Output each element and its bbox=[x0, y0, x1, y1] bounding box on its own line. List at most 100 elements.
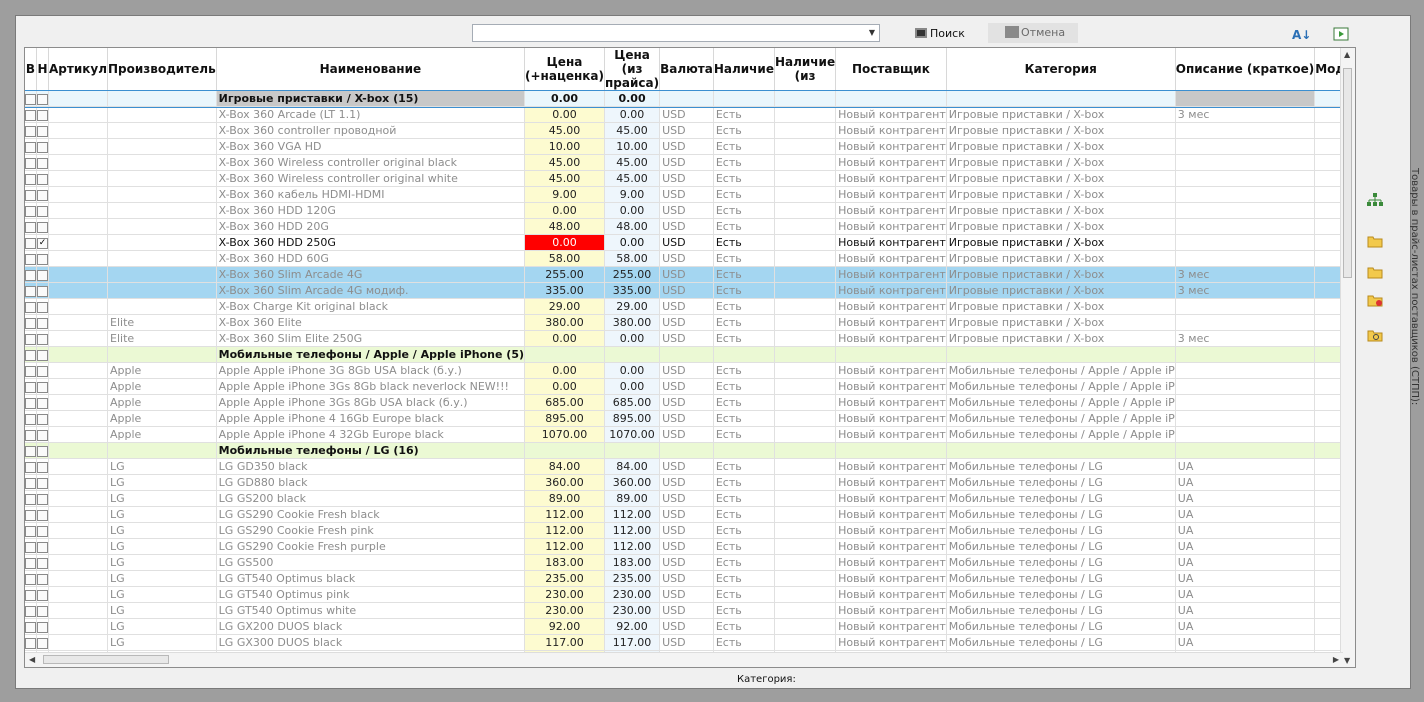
price-markup-cell[interactable]: 45.00 bbox=[524, 154, 605, 171]
row-checkbox[interactable] bbox=[25, 397, 36, 409]
availability-source-cell[interactable] bbox=[774, 586, 837, 603]
row-checkbox[interactable] bbox=[37, 125, 48, 137]
description-cell[interactable]: UA bbox=[1175, 570, 1316, 587]
availability-source-cell[interactable] bbox=[774, 186, 837, 203]
name-cell[interactable]: LG GD880 black bbox=[216, 474, 526, 491]
manufacturer-cell[interactable]: LG bbox=[107, 634, 217, 651]
supplier-cell[interactable]: Новый контрагент bbox=[835, 554, 947, 571]
row-checkbox[interactable] bbox=[25, 109, 36, 121]
availability-source-cell[interactable] bbox=[774, 602, 837, 619]
row-checkbox[interactable] bbox=[25, 637, 36, 649]
price-markup-cell[interactable]: 0.00 bbox=[524, 202, 605, 219]
supplier-cell[interactable]: Новый контрагент bbox=[835, 394, 947, 411]
folder-icon[interactable] bbox=[1367, 234, 1383, 248]
name-cell[interactable]: LG GS290 Cookie Fresh black bbox=[216, 506, 526, 523]
article-cell[interactable] bbox=[48, 138, 108, 155]
row-checkbox[interactable] bbox=[37, 573, 48, 585]
price-markup-cell[interactable]: 1070.00 bbox=[524, 426, 605, 443]
manufacturer-cell[interactable]: Apple bbox=[107, 426, 217, 443]
price-list-cell[interactable]: 84.00 bbox=[604, 458, 661, 475]
table-row[interactable]: X-Box 360 Slim Arcade 4G модиф. 335.00 335… bbox=[25, 282, 1355, 299]
table-row[interactable]: LG LG GX300 DUOS black 117.00 117.00 USD Есть… bbox=[25, 634, 1355, 651]
currency-cell[interactable]: USD bbox=[659, 106, 714, 123]
description-cell[interactable]: UA bbox=[1175, 538, 1316, 555]
group-cell[interactable] bbox=[1175, 346, 1316, 363]
row-checkbox[interactable] bbox=[25, 93, 36, 105]
manufacturer-cell[interactable]: LG bbox=[107, 602, 217, 619]
currency-cell[interactable]: USD bbox=[659, 202, 714, 219]
price-markup-cell[interactable]: 0.00 bbox=[524, 378, 605, 395]
currency-cell[interactable]: USD bbox=[659, 330, 714, 347]
table-row[interactable]: LG LG GS500 183.00 183.00 USD Есть Новый контр… bbox=[25, 554, 1355, 571]
name-cell[interactable]: X-Box 360 controller проводной bbox=[216, 122, 526, 139]
manufacturer-cell[interactable]: Apple bbox=[107, 410, 217, 427]
group-cell[interactable] bbox=[713, 346, 775, 363]
article-cell[interactable] bbox=[48, 154, 108, 171]
availability-cell[interactable]: Есть bbox=[713, 394, 775, 411]
name-cell[interactable]: X-Box 360 кабель HDMI-HDMI bbox=[216, 186, 526, 203]
currency-cell[interactable]: USD bbox=[659, 458, 714, 475]
row-checkbox[interactable] bbox=[37, 525, 48, 537]
availability-cell[interactable]: Есть bbox=[713, 170, 775, 187]
supplier-cell[interactable]: Новый контрагент bbox=[835, 426, 947, 443]
category-cell[interactable]: Мобильные телефоны / LG bbox=[946, 554, 1176, 571]
row-checkbox[interactable] bbox=[37, 285, 48, 297]
category-cell[interactable]: Мобильные телефоны / LG bbox=[946, 522, 1176, 539]
group-cell[interactable] bbox=[774, 90, 837, 107]
category-cell[interactable]: Мобильные телефоны / LG bbox=[946, 538, 1176, 555]
name-cell[interactable]: Apple Apple iPhone 4 32Gb Europe black bbox=[216, 426, 526, 443]
category-cell[interactable]: Мобильные телефоны / LG bbox=[946, 458, 1176, 475]
folder-delete-icon[interactable] bbox=[1367, 293, 1383, 307]
currency-cell[interactable]: USD bbox=[659, 362, 714, 379]
manufacturer-cell[interactable] bbox=[107, 250, 217, 267]
description-cell[interactable] bbox=[1175, 362, 1316, 379]
group-cell[interactable] bbox=[835, 442, 947, 459]
category-cell[interactable]: Мобильные телефоны / LG bbox=[946, 602, 1176, 619]
horizontal-scrollbar[interactable]: ◀ ▶ bbox=[25, 652, 1343, 667]
horizontal-scroll-thumb[interactable] bbox=[43, 655, 169, 664]
price-list-cell[interactable]: 58.00 bbox=[604, 250, 661, 267]
table-row[interactable]: X-Box 360 кабель HDMI-HDMI 9.00 9.00 USD Ест… bbox=[25, 186, 1355, 203]
group-cell[interactable] bbox=[946, 346, 1176, 363]
availability-source-cell[interactable] bbox=[774, 394, 837, 411]
price-markup-cell[interactable]: 112.00 bbox=[524, 522, 605, 539]
table-row[interactable]: X-Box Charge Kit original black 29.00 29.0… bbox=[25, 298, 1355, 315]
row-checkbox[interactable] bbox=[25, 189, 36, 201]
row-checkbox[interactable] bbox=[25, 429, 36, 441]
row-checkbox[interactable] bbox=[37, 317, 48, 329]
group-cell[interactable] bbox=[107, 442, 217, 459]
description-cell[interactable]: UA bbox=[1175, 634, 1316, 651]
row-checkbox[interactable] bbox=[25, 237, 36, 249]
availability-cell[interactable]: Есть bbox=[713, 186, 775, 203]
group-label[interactable]: Мобильные телефоны / LG (16) bbox=[216, 442, 526, 459]
availability-source-cell[interactable] bbox=[774, 266, 837, 283]
availability-source-cell[interactable] bbox=[774, 282, 837, 299]
row-checkbox[interactable] bbox=[37, 221, 48, 233]
row-checkbox[interactable] bbox=[25, 413, 36, 425]
supplier-cell[interactable]: Новый контрагент bbox=[835, 266, 947, 283]
row-checkbox[interactable] bbox=[25, 573, 36, 585]
sort-icon[interactable]: A↓ bbox=[1292, 26, 1311, 44]
name-cell[interactable]: LG GT540 Optimus white bbox=[216, 602, 526, 619]
availability-source-cell[interactable] bbox=[774, 634, 837, 651]
article-cell[interactable] bbox=[48, 522, 108, 539]
price-list-cell[interactable]: 230.00 bbox=[604, 586, 661, 603]
description-cell[interactable] bbox=[1175, 250, 1316, 267]
row-checkbox[interactable] bbox=[37, 589, 48, 601]
currency-cell[interactable]: USD bbox=[659, 522, 714, 539]
search-button[interactable]: Поиск bbox=[910, 24, 970, 44]
category-cell[interactable]: Игровые приставки / X-box bbox=[946, 314, 1176, 331]
article-cell[interactable] bbox=[48, 634, 108, 651]
table-row[interactable]: LG LG GT540 Optimus white 230.00 230.00 USD Е… bbox=[25, 602, 1355, 619]
manufacturer-cell[interactable]: Elite bbox=[107, 330, 217, 347]
row-checkbox[interactable] bbox=[37, 269, 48, 281]
supplier-cell[interactable]: Новый контрагент bbox=[835, 154, 947, 171]
price-list-cell[interactable]: 112.00 bbox=[604, 538, 661, 555]
currency-cell[interactable]: USD bbox=[659, 490, 714, 507]
category-cell[interactable]: Игровые приставки / X-box bbox=[946, 218, 1176, 235]
manufacturer-cell[interactable] bbox=[107, 298, 217, 315]
article-cell[interactable] bbox=[48, 298, 108, 315]
article-cell[interactable] bbox=[48, 458, 108, 475]
row-checkbox[interactable] bbox=[37, 253, 48, 265]
price-markup-cell[interactable]: 0.00 bbox=[524, 330, 605, 347]
